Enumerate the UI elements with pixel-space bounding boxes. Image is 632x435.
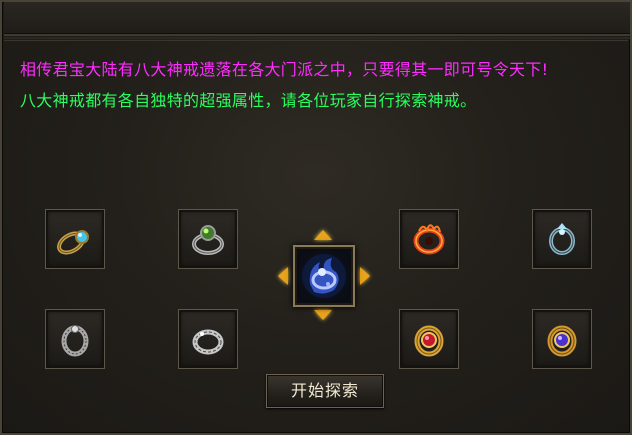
ring-slot-8[interactable] (532, 309, 592, 369)
ring-slot-2[interactable] (178, 209, 238, 269)
start-explore-button[interactable]: 开始探索 (266, 374, 384, 408)
selector-arrow-left-icon (278, 267, 288, 285)
ring-slot-5[interactable] (45, 309, 105, 369)
silver-ring-green-gem-icon (192, 225, 224, 255)
ring-slot-6[interactable] (178, 309, 238, 369)
gold-ring-blue-gem-icon (57, 230, 89, 255)
ring-slot-3[interactable] (399, 209, 459, 269)
ring-explore-panel: 相传君宝大陆有八大神戒遗落在各大门派之中，只要得其一即可号令天下! 八大神戒都有… (0, 0, 632, 435)
silver-ring-icon (192, 329, 224, 355)
selector-arrow-down-icon (314, 310, 332, 320)
ice-ring-icon (549, 223, 575, 255)
title-bar (4, 2, 630, 39)
hint-description-line: 八大神戒都有各自独特的超强属性，请各位玩家自行探索神戒。 (20, 91, 477, 110)
ring-slot-7[interactable] (399, 309, 459, 369)
selector-arrow-up-icon (314, 230, 332, 240)
ring-slot-1[interactable] (45, 209, 105, 269)
silver-ornate-ring-icon (61, 325, 89, 357)
fire-ring-icon (413, 224, 445, 255)
selected-ring-slot[interactable] (293, 245, 355, 307)
gold-ring-red-gem-icon (414, 325, 444, 357)
ring-slot-4[interactable] (532, 209, 592, 269)
gold-ring-purple-gem-icon (547, 325, 577, 357)
blue-flame-ring-icon (302, 254, 346, 298)
selector-arrow-right-icon (360, 267, 370, 285)
legend-description-line: 相传君宝大陆有八大神戒遗落在各大门派之中，只要得其一即可号令天下! (20, 60, 549, 79)
